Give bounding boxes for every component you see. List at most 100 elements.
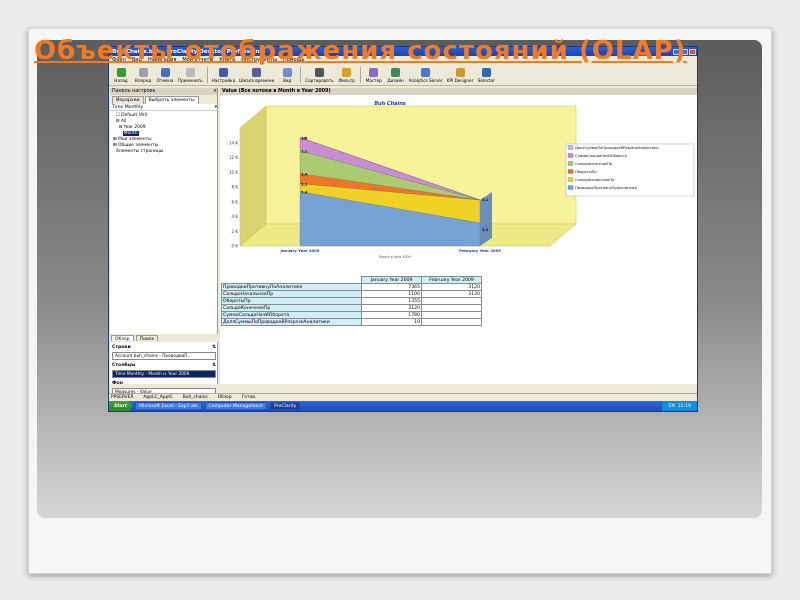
clock: 15:19 [677, 403, 691, 409]
chart-side-wall [239, 105, 267, 247]
toolbar-button-12[interactable]: KPI Designer [447, 68, 473, 83]
toolbar-icon [116, 68, 126, 77]
tree-item[interactable]: Элементы страницы [113, 149, 214, 155]
y-tick-label: 12 K [229, 155, 238, 160]
table-cell: 7365 [361, 283, 422, 291]
task-computer-management[interactable]: Computer Management [204, 402, 268, 410]
taskbar: Start Microsoft Excel - Exp7.xls Compute… [109, 401, 697, 411]
legend-entry: ДоляСуммыПоПроводкеВРазрезеАналитики [575, 146, 659, 150]
toolbar-button-label: Selector [477, 78, 495, 83]
table-header-row: January Year 2009 February Year 2009 [222, 276, 482, 284]
y-tick-label: 4 K [232, 214, 239, 219]
legend-swatch [567, 169, 574, 174]
data-label: 1,4 [301, 173, 308, 177]
area-chart[interactable]: Buh Chains0 K2 K4 K6 K8 K10 K12 K14 K101… [220, 96, 698, 266]
column-header[interactable]: February Year 2009 [421, 276, 482, 284]
toolbar-button-label: Назад [114, 78, 128, 83]
legend-entry: ПроводкиПротивнуПоАналитике [575, 186, 638, 190]
toolbar-button-5[interactable]: Шкала времени [239, 68, 274, 83]
legend-entry: СальдоКонечноеПр [575, 162, 613, 166]
task-proclarity[interactable]: ProClarity [270, 402, 301, 410]
table-cell: 1780 [361, 311, 422, 319]
toolbar-icon [455, 68, 465, 77]
tab-overview[interactable]: Обзор [111, 335, 134, 342]
language-indicator[interactable]: EN [668, 404, 674, 409]
tab-hierarchies[interactable]: Иерархии [112, 96, 144, 104]
y-tick-label: 10 K [229, 170, 238, 175]
app-window: Buh Chains.bbk - ProClarity Desktop Prof… [108, 46, 698, 412]
toolbar-button-13[interactable]: Selector [477, 68, 495, 83]
toolbar-icon [369, 68, 379, 77]
status-ready: Готов. [241, 395, 257, 400]
hierarchy-selector[interactable]: Time Monthly ▾ [110, 104, 217, 111]
toolbar-icon [218, 68, 228, 77]
task-excel[interactable]: Microsoft Excel - Exp7.xls [135, 402, 202, 410]
data-grid[interactable]: January Year 2009 February Year 2009 Прово… [221, 276, 482, 326]
toolbar-button-6[interactable]: Вид [278, 68, 296, 83]
toolbar-button-label: Фильтр [338, 78, 355, 83]
status-cube: Buh_chains [182, 395, 208, 400]
toolbar-button-2[interactable]: Отмена [156, 68, 174, 83]
tab-search[interactable]: Поиск [135, 335, 159, 342]
toolbar-button-0[interactable]: Назад [112, 68, 130, 83]
toolbar-button-label: Дизайн [387, 78, 404, 83]
table-row: ДоляСуммыПоПроводкеВРазрезеАналитики 10 [221, 318, 482, 326]
legend-swatch [567, 177, 574, 182]
row-header[interactable]: ДоляСуммыПоПроводкеВРазрезеАналитики [221, 318, 362, 326]
table-row: СуммаСальдоНачИОборота 1780 [221, 311, 482, 319]
table-cell [421, 311, 482, 319]
chevron-down-icon[interactable]: ▾ [215, 105, 217, 110]
data-label: 1,8 [301, 136, 308, 140]
toolbar-button-11[interactable]: Analytics Server [409, 68, 443, 83]
column-header[interactable]: January Year 2009 [361, 276, 422, 284]
toolbar: Назад Вперед Отмена Применить Настройка Шкала… [109, 64, 697, 86]
toolbar-button-label: Отмена [156, 78, 174, 83]
y-tick-label: 8 K [232, 185, 239, 190]
lower-tabs: Обзор Поиск [110, 334, 218, 342]
tab-select-members[interactable]: Выбрать элементы [144, 96, 199, 104]
legend-swatch [567, 145, 574, 150]
toolbar-button-label: Применить [178, 78, 203, 83]
settings-tabs: Иерархии Выбрать элементы [110, 95, 217, 104]
toolbar-button-7[interactable]: Сортировать [305, 68, 334, 83]
rows-field[interactable]: Account buh_chains - ПроводкиП... [112, 352, 216, 360]
start-button[interactable]: Start [109, 401, 133, 411]
data-label: 3,1 [301, 183, 308, 187]
table-cell [421, 304, 482, 312]
row-header[interactable]: СальдоКонечноеПр [221, 304, 362, 312]
statusbar: PPSERVER AppLC_AppIC Buh_chains Обзор Го… [109, 393, 697, 401]
toolbar-icon [342, 68, 352, 77]
row-header[interactable]: ОборотыПр [221, 297, 362, 305]
toolbar-icon [185, 68, 195, 77]
table-cell [421, 318, 482, 326]
toolbar-icon [314, 68, 324, 77]
settings-panel: Панель настроек × Иерархии Выбрать элеме… [110, 88, 218, 411]
row-header[interactable]: ПроводкиПротивнуПоАналитике [221, 283, 362, 291]
member-tree: ☐ Default (All) ⊟ All ⊟ Year 2009 Month … [110, 111, 217, 157]
close-button[interactable] [689, 48, 696, 55]
table-row: СальдоНачальноеПр 1100 3120 [221, 290, 482, 298]
toolbar-button-4[interactable]: Настройка [211, 68, 236, 83]
table-row: ОборотыПр 1355 [221, 297, 482, 305]
toolbar-button-8[interactable]: Фильтр [338, 68, 356, 83]
row-header[interactable]: СуммаСальдоНачИОборота [221, 311, 362, 319]
toolbar-button-label: Настройка [211, 78, 236, 83]
table-cell: 3120 [421, 283, 482, 291]
x-tick-label: January Year 2009 [280, 248, 320, 253]
hierarchy-selector-value: Time Monthly [112, 104, 144, 110]
toolbar-button-3[interactable]: Применить [178, 68, 203, 83]
toolbar-button-10[interactable]: Дизайн [387, 68, 405, 83]
table-cell: 3120 [421, 290, 482, 298]
toolbar-button-9[interactable]: Мастер [365, 68, 383, 83]
toolbar-button-label: Вперед [134, 78, 152, 83]
toolbar-button-label: Сортировать [305, 78, 334, 83]
swap-icon: ⇅ [212, 345, 216, 350]
close-icon[interactable]: × [213, 89, 217, 94]
toolbar-button-1[interactable]: Вперед [134, 68, 152, 83]
y-tick-label: 0 K [232, 244, 239, 249]
settings-panel-header: Панель настроек × [110, 88, 217, 95]
row-header[interactable]: СальдоНачальноеПр [221, 290, 362, 298]
toolbar-icon [282, 68, 292, 77]
cols-field[interactable]: Time Monthly - Month is Year 2009 [112, 370, 216, 378]
cols-label: Столбцы ⇅ [112, 363, 216, 368]
